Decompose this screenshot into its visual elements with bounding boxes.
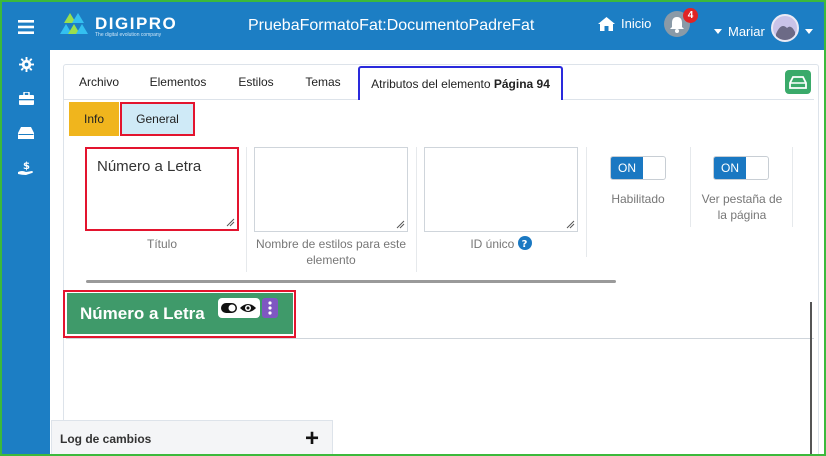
divider — [586, 147, 587, 257]
resize-grip-icon[interactable] — [396, 220, 405, 229]
menu-icon[interactable] — [14, 15, 38, 39]
caret-down-icon — [714, 28, 722, 34]
horizontal-scrollbar[interactable] — [86, 280, 616, 283]
vertical-scrollbar[interactable] — [810, 302, 812, 454]
tab-atributos[interactable]: Atributos del elemento Página 94 — [358, 66, 563, 100]
style-names-label: Nombre de estilos para este elemento — [255, 237, 407, 267]
resize-grip-icon[interactable] — [566, 220, 575, 229]
tab-temas[interactable]: Temas — [294, 66, 352, 100]
subtab-general[interactable]: General — [120, 102, 195, 136]
toggle-eye-icons — [221, 303, 256, 313]
divider — [246, 147, 247, 272]
divider — [416, 147, 417, 272]
kebab-icon — [268, 301, 272, 315]
enabled-toggle[interactable]: ON — [610, 156, 666, 180]
hard-drive-icon[interactable] — [14, 121, 38, 145]
gear-icon[interactable] — [14, 52, 38, 76]
preview-body-divider — [66, 338, 814, 339]
notification-count-badge: 4 — [683, 8, 698, 23]
enabled-toggle-state: ON — [611, 157, 643, 179]
left-sidebar: $ — [2, 2, 50, 454]
app-frame: $ DIGIPRO The digital evolution company … — [0, 0, 826, 456]
divider — [690, 147, 691, 227]
tab-elementos[interactable]: Elementos — [138, 66, 218, 100]
divider — [792, 147, 793, 227]
changelog-panel[interactable]: Log de cambios + — [51, 420, 333, 454]
home-link[interactable]: Inicio — [598, 16, 651, 31]
logo-tagline: The digital evolution company — [95, 32, 162, 38]
hard-drive-icon — [789, 76, 807, 89]
tab-archivo[interactable]: Archivo — [68, 66, 130, 100]
enabled-label: Habilitado — [611, 192, 665, 206]
unique-id-label-row: ID único ? — [424, 236, 578, 252]
subtab-info[interactable]: Info — [69, 102, 119, 136]
document-title: PruebaFormatoFat:DocumentoPadreFat — [248, 17, 535, 34]
title-textarea[interactable]: Número a Letra — [85, 147, 239, 231]
unique-id-textarea[interactable] — [424, 147, 578, 232]
tab-atributos-page: Página 94 — [493, 77, 550, 91]
title-value: Número a Letra — [97, 158, 202, 175]
home-label: Inicio — [621, 16, 652, 31]
unique-id-label: ID único — [470, 237, 515, 251]
user-name: Mariar — [728, 23, 765, 39]
changelog-label: Log de cambios — [60, 432, 152, 446]
help-icon[interactable]: ? — [517, 236, 532, 250]
svg-text:$: $ — [23, 161, 30, 172]
svg-text:?: ? — [521, 239, 527, 250]
more-options-button[interactable] — [262, 298, 278, 318]
show-page-tab-label: Ver pestaña de la página — [701, 192, 783, 222]
logo-mark-icon — [60, 13, 88, 34]
preview-title: Número a Letra — [80, 304, 205, 323]
style-names-textarea[interactable] — [254, 147, 408, 232]
dollar-hand-icon[interactable]: $ — [14, 156, 38, 180]
drive-toggle-button[interactable] — [785, 70, 811, 94]
user-menu[interactable]: Mariar — [714, 14, 813, 45]
visibility-controls[interactable] — [218, 298, 260, 318]
tab-atributos-label: Atributos del elemento — [371, 77, 494, 91]
show-page-tab-toggle-state: ON — [714, 157, 746, 179]
caret-down-icon — [804, 28, 813, 34]
show-page-tab-toggle[interactable]: ON — [713, 156, 769, 180]
resize-grip-icon[interactable] — [226, 218, 235, 227]
home-icon — [598, 16, 615, 31]
title-label: Título — [146, 237, 177, 251]
avatar — [770, 14, 799, 42]
digipro-logo[interactable]: DIGIPRO The digital evolution company — [58, 12, 176, 38]
add-icon[interactable]: + — [305, 425, 319, 453]
top-navbar: DIGIPRO The digital evolution company Pr… — [50, 2, 824, 50]
preview-header[interactable]: Número a Letra — [67, 293, 293, 334]
toolbox-icon[interactable] — [14, 86, 38, 110]
logo-text: DIGIPRO — [95, 14, 178, 33]
tab-estilos[interactable]: Estilos — [226, 66, 286, 100]
